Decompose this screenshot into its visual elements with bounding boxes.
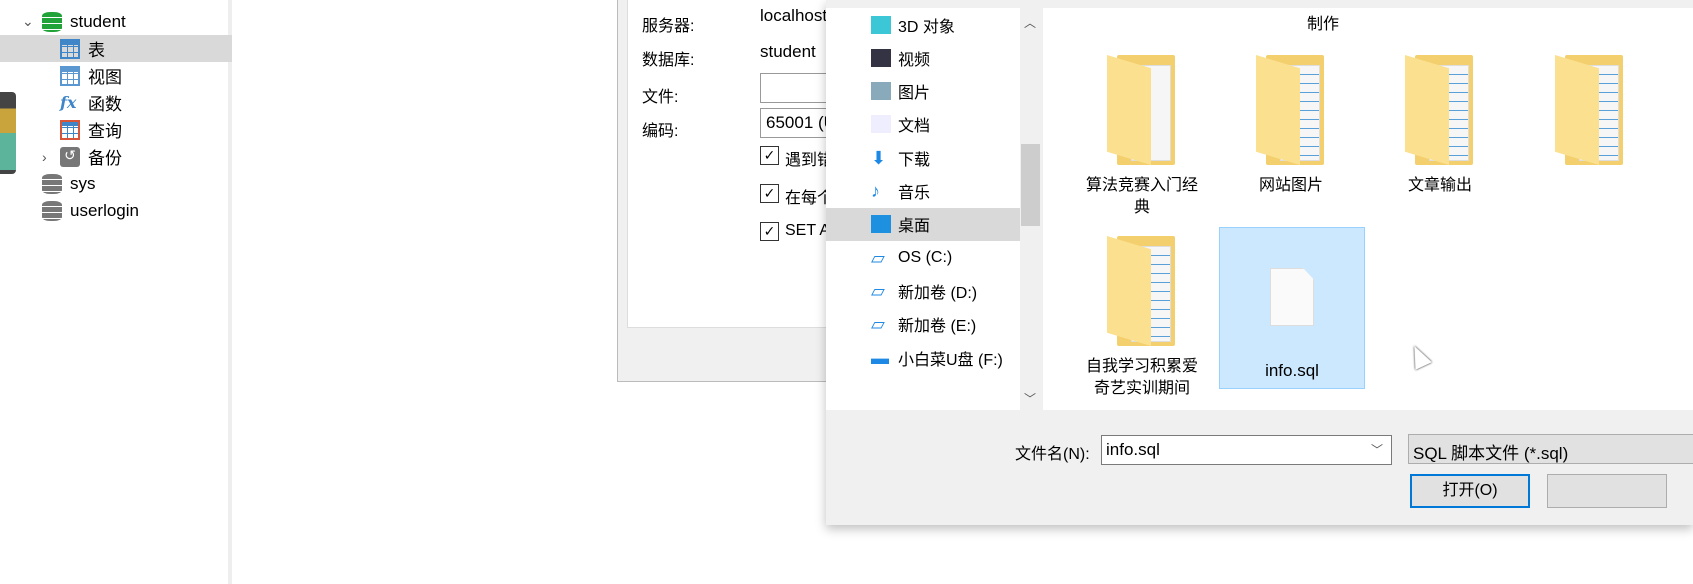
folder-icon: [1256, 55, 1326, 165]
nav-item[interactable]: 图片: [826, 75, 1020, 108]
file-label: 文件:: [642, 89, 679, 106]
cancel-button[interactable]: 取消: [1547, 474, 1667, 508]
filename-input[interactable]: info.sql ﹀: [1101, 435, 1392, 465]
folder-icon: [1107, 236, 1177, 346]
nav-item-label: 下载: [898, 151, 931, 169]
nav-item[interactable]: 视频: [826, 41, 1020, 74]
encoding-label: 编码:: [642, 123, 679, 140]
file-item-info-sql[interactable]: info.sql: [1219, 227, 1365, 389]
database-value: student: [760, 42, 816, 61]
3d-objects-icon: [871, 15, 891, 34]
nav-item-label: 新加卷 (E:): [898, 318, 977, 336]
file-type-filter[interactable]: SQL 脚本文件 (*.sql): [1408, 434, 1693, 464]
drive-icon: ▱: [871, 314, 885, 335]
file-icon: [1270, 268, 1314, 326]
nav-scrollbar[interactable]: ︿ ﹀: [1020, 8, 1041, 410]
nav-item[interactable]: ▱ OS (C:): [826, 241, 1020, 274]
option-checkbox[interactable]: ✓: [760, 146, 779, 165]
nav-item[interactable]: 3D 对象: [826, 8, 1020, 41]
database-icon: [42, 11, 62, 32]
tree-item-sys[interactable]: sys: [0, 170, 232, 197]
folder-item[interactable]: 文章输出: [1367, 55, 1513, 197]
video-icon: [871, 48, 891, 67]
drive-icon: ▱: [871, 280, 885, 301]
item-label: info.sql: [1265, 361, 1319, 380]
folder-icon: [1107, 55, 1177, 165]
import-panel: 服务器: localhost 数据库: student 文件: 编码: 6500…: [627, 0, 977, 328]
folder-item[interactable]: 算法竞赛入门经典: [1069, 55, 1215, 219]
documents-icon: [871, 115, 891, 134]
nav-item-label: 桌面: [898, 218, 931, 236]
function-icon: fx: [60, 92, 77, 112]
nav-item[interactable]: ▬小白菜U盘 (F:): [826, 403, 1020, 410]
nav-item-label: 小白菜U盘 (F:): [886, 408, 991, 411]
tree-item-userlogin[interactable]: userlogin: [0, 197, 232, 224]
server-value: localhost: [760, 6, 828, 25]
chevron-down-icon[interactable]: ﹀: [1371, 441, 1383, 458]
nav-item-label: 新加卷 (D:): [898, 284, 978, 302]
nav-item[interactable]: ⬇ 下载: [826, 141, 1020, 174]
partial-item-label: 制作: [1306, 16, 1339, 33]
drive-icon: ▱: [871, 247, 885, 268]
table-icon: [60, 38, 80, 59]
item-label: 网站图片: [1258, 177, 1323, 194]
file-list: 制作 算法竞赛入门经典 网站图片 文章输出 自我学习积累爱奇艺实训期间 info…: [1043, 8, 1693, 410]
scroll-down-icon[interactable]: ﹀: [1024, 390, 1036, 407]
filename-label: 文件名(N):: [1015, 446, 1090, 463]
option-checkbox[interactable]: ✓: [760, 222, 779, 241]
pictures-icon: [871, 82, 891, 101]
tree-item-queries[interactable]: 查询: [0, 116, 232, 143]
nav-item[interactable]: ▬ 小白菜U盘 (F:): [826, 341, 1020, 374]
nav-item-label: 3D 对象: [898, 18, 955, 36]
folder-item[interactable]: 自我学习积累爱奇艺实训期间: [1069, 236, 1215, 400]
item-label: 文章输出: [1407, 177, 1472, 194]
query-icon: [60, 119, 80, 140]
item-label: 自我学习积累爱奇艺实训期间: [1085, 358, 1198, 397]
download-icon: ⬇: [871, 147, 887, 168]
scrollbar-thumb[interactable]: [1021, 144, 1040, 226]
chevron-down-icon[interactable]: ⌄: [22, 13, 34, 30]
nav-item[interactable]: ♪ 音乐: [826, 175, 1020, 208]
option-checkbox[interactable]: ✓: [760, 184, 779, 203]
tree-item-student[interactable]: ⌄ student: [0, 8, 232, 35]
navigation-pane: 3D 对象视频图片文档 ⬇ 下载 ♪ 音乐桌面 ▱ OS (C:) ▱ 新加卷 (D:) ▱ 新加卷…: [826, 8, 1020, 410]
nav-item-label: 视频: [898, 51, 931, 69]
nav-item[interactable]: 桌面: [826, 207, 1020, 241]
database-icon: [42, 200, 62, 221]
nav-item-label: 音乐: [898, 185, 931, 202]
filename-value: info.sql: [1106, 440, 1160, 459]
import-dialog: 服务器: localhost 数据库: student 文件: 编码: 6500…: [617, 0, 977, 382]
folder-item[interactable]: 网站图片: [1218, 55, 1364, 197]
audio-meter-widget: [0, 92, 16, 174]
folder-icon: [1405, 55, 1475, 165]
chevron-right-icon[interactable]: ›: [42, 149, 47, 165]
nav-item-label: 图片: [898, 85, 931, 103]
nav-item-label: 小白菜U盘 (F:): [898, 351, 1003, 369]
item-label: 算法竞赛入门经典: [1085, 177, 1198, 216]
nav-item[interactable]: ▱ 新加卷 (E:): [826, 308, 1020, 341]
database-icon: [42, 173, 62, 194]
scroll-up-icon[interactable]: ︿: [1024, 14, 1036, 31]
nav-item-label: 文档: [898, 118, 931, 136]
backup-icon: ↺: [60, 146, 80, 167]
music-icon: ♪: [871, 181, 880, 201]
desktop-icon: [871, 215, 891, 234]
database-label: 数据库:: [642, 52, 695, 69]
nav-item[interactable]: 文档: [826, 108, 1020, 141]
tree-item-tables[interactable]: 表: [0, 35, 232, 62]
open-button[interactable]: 打开(O): [1410, 474, 1530, 508]
nav-item-label: OS (C:): [898, 248, 953, 266]
folder-item-partial[interactable]: [1517, 55, 1663, 175]
tree-item-backup[interactable]: › ↺ 备份: [0, 143, 232, 170]
view-icon: [60, 65, 80, 86]
tree-item-views[interactable]: 视图: [0, 62, 232, 89]
nav-item[interactable]: ▱ 新加卷 (D:): [826, 274, 1020, 307]
tree-item-functions[interactable]: fx 函数: [0, 89, 232, 116]
folder-icon: [1555, 55, 1625, 165]
open-file-dialog: 3D 对象视频图片文档 ⬇ 下载 ♪ 音乐桌面 ▱ OS (C:) ▱ 新加卷 (D:) ▱ 新加卷…: [826, 0, 1693, 525]
server-label: 服务器:: [642, 18, 695, 35]
object-tree: ⌄ student 表 视图 fx 函数 查询 › ↺ 备份 sys userl…: [0, 0, 232, 584]
usb-drive-icon: ▬: [871, 347, 889, 368]
